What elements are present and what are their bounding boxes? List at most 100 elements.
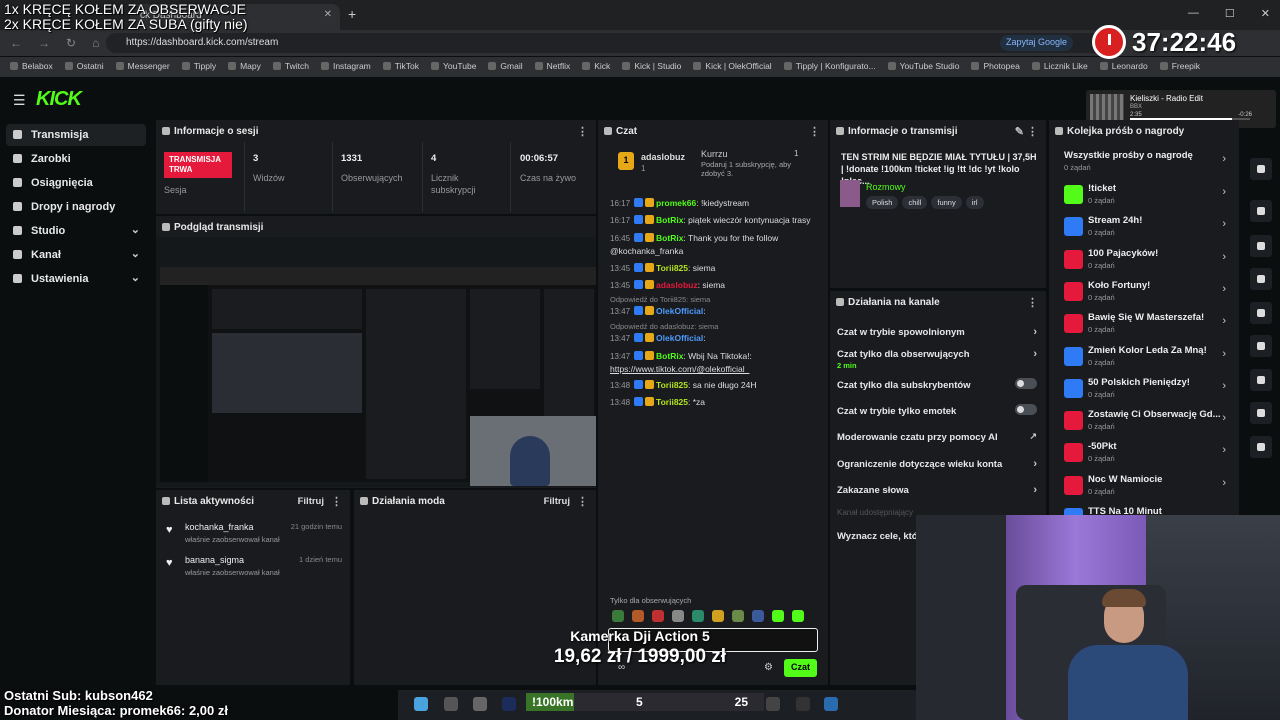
bookmark-item[interactable]: Kick | Studio <box>622 61 681 73</box>
message-link[interactable]: https://www.tiktok.com/@olekofficial_ <box>610 364 749 374</box>
menu-icon[interactable]: ☰ <box>13 92 26 109</box>
bookmark-item[interactable]: Gmail <box>488 61 522 73</box>
task-view-icon[interactable] <box>473 697 487 711</box>
bookmark-item[interactable]: Instagram <box>321 61 371 73</box>
message-text: siema <box>702 280 726 290</box>
emote-icon[interactable] <box>732 610 744 622</box>
message-user[interactable]: adaslobuz <box>656 280 698 290</box>
message-user[interactable]: Torii825 <box>656 397 688 407</box>
channel-action-row[interactable]: Czat tylko dla obserwujących 2 min › <box>837 348 1037 370</box>
message-user[interactable]: Torii825 <box>656 263 688 273</box>
emote-icon[interactable] <box>752 610 764 622</box>
mouse-icon[interactable] <box>766 697 780 711</box>
app-icon[interactable] <box>824 697 838 711</box>
sidebar-item-transmisja[interactable]: Transmisja <box>6 124 146 146</box>
ask-google-button[interactable]: Zapytaj Google <box>1000 35 1074 51</box>
sidebar-item-kanal[interactable]: Kanał ⌄ <box>6 244 146 266</box>
category-name[interactable]: Rozmowy <box>866 182 906 192</box>
toggle-switch[interactable] <box>1015 378 1037 389</box>
more-icon[interactable]: ⋮ <box>331 495 342 508</box>
bolt-icon[interactable] <box>1250 235 1272 257</box>
edit-icon[interactable] <box>1250 158 1272 180</box>
start-icon[interactable] <box>414 697 428 711</box>
message-user[interactable]: promek66 <box>656 198 696 208</box>
bookmark-item[interactable]: YouTube Studio <box>888 61 960 73</box>
bookmark-item[interactable]: Mapy <box>228 61 261 73</box>
bookmark-item[interactable]: Twitch <box>273 61 309 73</box>
forward-icon[interactable]: → <box>38 36 50 50</box>
url-input[interactable]: https://dashboard.kick.com/stream <box>106 33 1106 53</box>
sidebar-item-osiagniecia[interactable]: Osiągnięcia <box>6 172 146 194</box>
bookmark-item[interactable]: Kick <box>582 61 610 73</box>
bookmark-item[interactable]: Messenger <box>116 61 170 73</box>
channel-action-row[interactable]: Czat w trybie tylko emotek <box>837 404 1037 417</box>
reload-icon[interactable]: ↻ <box>66 36 76 50</box>
share-icon[interactable] <box>1250 436 1272 458</box>
crop-icon[interactable] <box>1250 200 1272 222</box>
channel-action-row[interactable]: Ograniczenie dotyczące wieku konta › <box>837 458 1037 470</box>
more-icon[interactable]: ⋮ <box>577 495 588 508</box>
broadcast-icon[interactable] <box>1250 335 1272 357</box>
message-user[interactable]: OlekOfficial <box>656 306 703 316</box>
bookmark-item[interactable]: TikTok <box>383 61 419 73</box>
close-tab-icon[interactable]: ✕ <box>324 9 332 20</box>
more-icon[interactable]: ⋮ <box>1027 125 1038 138</box>
bookmark-item[interactable]: Netflix <box>535 61 571 73</box>
bookmark-item[interactable]: Leonardo <box>1100 61 1148 73</box>
message-user[interactable]: BotRix <box>656 351 683 361</box>
obs-icon[interactable] <box>796 697 810 711</box>
emote-icon[interactable] <box>692 610 704 622</box>
more-icon[interactable]: ⋮ <box>809 125 820 138</box>
bookmark-item[interactable]: Tipply | Konfigurato... <box>784 61 876 73</box>
more-icon[interactable]: ⋮ <box>1027 296 1038 309</box>
chat-icon[interactable] <box>1250 302 1272 324</box>
message-user[interactable]: OlekOfficial <box>656 333 703 343</box>
edit-icon[interactable]: ✎ <box>1015 125 1024 138</box>
list-icon[interactable] <box>1250 369 1272 391</box>
clipboard-icon[interactable] <box>1250 268 1272 290</box>
channel-action-row[interactable]: Czat tylko dla subskrybentów <box>837 378 1037 391</box>
bookmark-item[interactable]: YouTube <box>431 61 476 73</box>
maximize-icon[interactable]: ☐ <box>1225 7 1235 20</box>
bookmark-item[interactable]: Belabox <box>10 61 53 73</box>
close-window-icon[interactable]: ✕ <box>1261 7 1270 20</box>
sidebar-item-ustawienia[interactable]: Ustawienia ⌄ <box>6 268 146 290</box>
emote-icon[interactable] <box>772 610 784 622</box>
sidebar-item-zarobki[interactable]: Zarobki <box>6 148 146 170</box>
emote-icon[interactable] <box>672 610 684 622</box>
more-icon[interactable]: ⋮ <box>577 125 588 138</box>
bookmark-item[interactable]: Photopea <box>971 61 1019 73</box>
message-user[interactable]: Torii825 <box>656 380 688 390</box>
home-icon[interactable]: ⌂ <box>92 36 99 50</box>
emote-icon[interactable] <box>712 610 724 622</box>
emote-icon[interactable] <box>792 610 804 622</box>
search-icon[interactable] <box>444 697 458 711</box>
sidebar-item-studio[interactable]: Studio ⌄ <box>6 220 146 242</box>
send-chat-button[interactable]: Czat <box>784 659 817 677</box>
bookmark-item[interactable]: Licznik Like <box>1032 61 1088 73</box>
bookmark-item[interactable]: Tipply <box>182 61 216 73</box>
rail-glyph <box>1257 309 1265 317</box>
filter-button[interactable]: Filtruj <box>544 496 570 507</box>
photoshop-icon[interactable] <box>502 697 516 711</box>
bookmark-item[interactable]: Freepik <box>1160 61 1200 73</box>
bookmark-item[interactable]: Ostatni <box>65 61 104 73</box>
emote-icon[interactable] <box>652 610 664 622</box>
kick-logo[interactable]: KICK <box>36 88 82 111</box>
channel-action-row[interactable]: Moderowanie czatu przy pomocy AI ↗ <box>837 431 1037 443</box>
message-user[interactable]: BotRix <box>656 233 683 243</box>
message-user[interactable]: BotRix <box>656 215 683 225</box>
back-icon[interactable]: ← <box>10 36 22 50</box>
minimize-icon[interactable]: — <box>1188 7 1199 20</box>
sidebar-item-dropy[interactable]: Dropy i nagrody <box>6 196 146 218</box>
new-tab-icon[interactable]: + <box>348 6 356 22</box>
channel-action-row[interactable]: Czat w trybie spowolnionym › <box>837 326 1037 338</box>
emote-icon[interactable] <box>612 610 624 622</box>
filter-button[interactable]: Filtruj <box>298 496 324 507</box>
gear-icon[interactable]: ⚙ <box>764 662 773 673</box>
bookmark-item[interactable]: Kick | OlekOfficial <box>693 61 771 73</box>
wrench-icon[interactable] <box>1250 402 1272 424</box>
emote-icon[interactable] <box>632 610 644 622</box>
toggle-switch[interactable] <box>1015 404 1037 415</box>
channel-action-row[interactable]: Zakazane słowa › <box>837 484 1037 496</box>
